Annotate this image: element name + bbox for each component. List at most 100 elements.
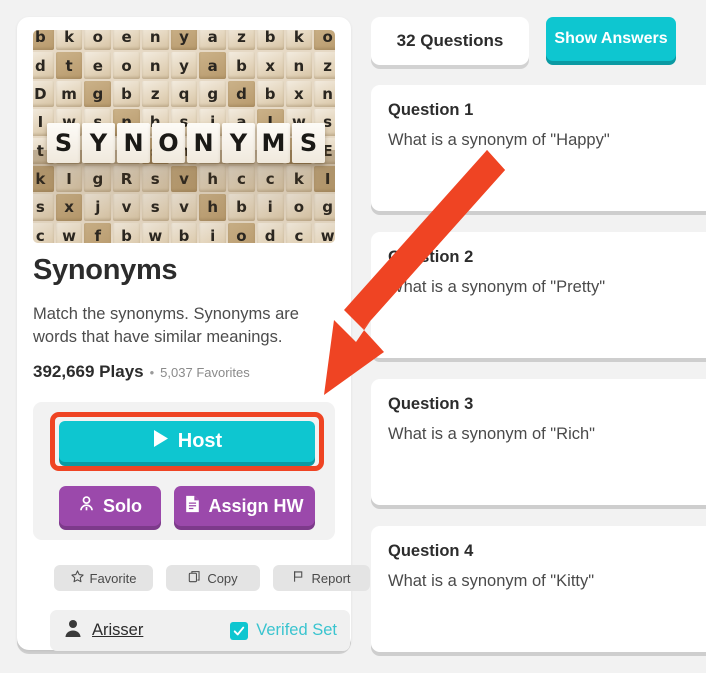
verified-set-label: Verifed Set [256,621,337,639]
letter-tile: i [199,222,227,243]
letter-tile: R [113,165,140,193]
letter-tile: z [141,80,169,108]
letter-tile: e [84,52,112,79]
letter-tile: k [285,165,313,193]
assign-hw-button-label: Assign HW [208,495,304,516]
letter-tile: I [55,165,83,193]
letter-tile: b [256,80,284,108]
letter-tile: o [228,222,255,243]
assign-hw-button[interactable]: Assign HW [174,486,315,526]
letter-tile: f [84,222,112,243]
questions-list: Question 1 What is a synonym of "Happy" Qu… [371,85,706,652]
letter-tile: b [113,80,140,108]
word-letter-tile: S [47,123,80,163]
letter-tile: m [55,80,83,108]
letter-tile: b [228,194,255,221]
letter-tile: s [141,194,169,221]
question-card[interactable]: Question 3 What is a synonym of "Rich" [371,379,706,505]
play-options-panel: Host Solo Assign HW [33,402,335,540]
letter-tile: g [84,80,112,108]
letter-tile: v [113,194,140,221]
letter-tile: w [55,222,83,243]
page-root: bkoenyazbkodteonyabxnzDmgbzqgdbxnIwsnhsi… [0,0,706,673]
letter-tile: D [33,80,54,108]
avatar [63,618,83,643]
letter-tile: z [314,52,335,79]
questions-header: 32 Questions Show Answers [371,17,706,65]
set-stats: 392,669 Plays • 5,037 Favorites [33,362,250,382]
letter-tile: x [256,52,284,79]
letter-tile: g [314,194,335,221]
letter-tile: a [199,52,227,79]
letter-tile: n [314,80,335,108]
letter-tile: w [141,222,169,243]
letter-tile: c [285,222,313,243]
copy-button[interactable]: Copy [166,565,260,591]
host-button[interactable]: Host [59,421,315,462]
letter-tile: y [170,30,198,51]
word-letter-tile: N [117,123,150,163]
question-card[interactable]: Question 2 What is a synonym of "Pretty" [371,232,706,358]
copy-icon [188,570,201,586]
letter-tile: a [199,30,227,51]
letter-tile: b [170,222,198,243]
report-button[interactable]: Report [273,565,370,591]
secondary-actions: Favorite Copy Report [54,565,370,591]
letter-tile: g [199,80,227,108]
letter-tile: o [285,194,313,221]
word-letter-tile: Y [82,123,115,163]
letter-tile: d [256,222,284,243]
letter-tile: b [33,30,54,51]
question-count-button[interactable]: 32 Questions [371,17,529,65]
thumbnail-word-band: SYNONYMS [47,123,325,163]
questions-column: 32 Questions Show Answers Question 1 What… [371,17,706,652]
letter-tile: d [228,80,255,108]
letter-tile: k [33,165,54,193]
report-button-label: Report [311,570,351,586]
question-card[interactable]: Question 4 What is a synonym of "Kitty" [371,526,706,652]
author-row: Arisser Verifed Set [50,610,350,651]
question-title: Question 1 [388,101,474,119]
question-title: Question 3 [388,395,474,413]
letter-tile: o [113,52,140,79]
solo-button[interactable]: Solo [59,486,161,526]
author-name-link[interactable]: Arisser [92,621,143,640]
letter-tile: y [170,52,198,79]
question-text: What is a synonym of "Rich" [388,425,596,443]
letter-tile: c [256,165,284,193]
checkbox-checked-icon [230,621,249,640]
play-icon [152,429,169,454]
solo-button-label: Solo [103,495,142,516]
document-icon [185,495,200,518]
letter-tile: e [113,30,140,51]
letter-tile: k [55,30,83,51]
letter-tile: h [199,194,227,221]
show-answers-button[interactable]: Show Answers [546,17,676,61]
letter-tile: o [314,30,335,51]
letter-tile: w [314,222,335,243]
letter-tile: I [314,165,335,193]
question-card[interactable]: Question 1 What is a synonym of "Happy" [371,85,706,211]
letter-tile: s [141,165,169,193]
letter-tile: h [199,165,227,193]
stats-separator: • [149,365,155,380]
copy-button-label: Copy [207,570,238,586]
word-letter-tile: O [152,123,185,163]
verified-set-badge: Verifed Set [230,621,337,640]
letter-tile: q [170,80,198,108]
set-description: Match the synonyms. Synonyms are words t… [33,305,299,346]
favorites-count: 5,037 Favorites [160,365,250,380]
letter-tile: o [84,30,112,51]
favorite-button[interactable]: Favorite [54,565,153,591]
letter-tile: j [84,194,112,221]
flag-icon [292,570,305,586]
word-letter-tile: S [292,123,325,163]
letter-tile: b [113,222,140,243]
word-letter-tile: N [187,123,220,163]
letter-tile: z [228,30,255,51]
star-icon [70,570,84,586]
set-thumbnail: bkoenyazbkodteonyabxnzDmgbzqgdbxnIwsnhsi… [33,30,335,243]
letter-tile: s [33,194,54,221]
letter-tile: c [228,165,255,193]
letter-tile: d [33,52,54,79]
